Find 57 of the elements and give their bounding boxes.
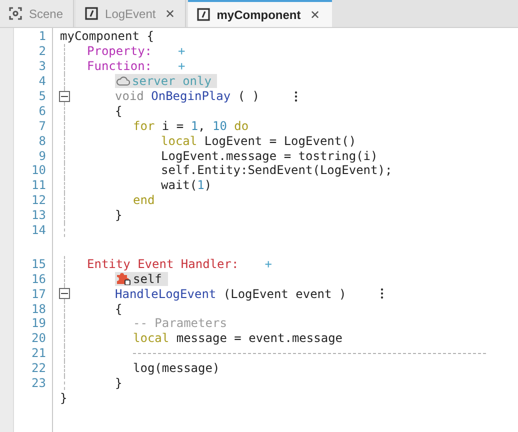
line-number: 3 [38,59,46,74]
line-number: 1 [38,29,46,44]
code-line: } [60,390,68,407]
close-button[interactable]: ✕ [164,4,175,22]
code-line: local LogEvent = LogEvent() [161,132,356,150]
cloud-icon [116,76,130,86]
code-line: myComponent { [60,28,154,46]
line-number: 16 [32,272,46,286]
code-line: self.Entity:SendEvent(LogEvent); [161,163,392,180]
tab[interactable]: myComponent ✕ [188,0,332,27]
line-number: 10 [32,163,46,178]
code-line: -- Parameters [133,315,227,332]
code-line: for i = 1, 10 do [133,118,249,135]
script-icon [196,8,210,21]
code-line: Function: [87,58,152,76]
code-line: } [115,207,122,224]
code-line: LogEvent.message = tostring(i) [161,148,378,164]
code-line: Property: [87,43,152,60]
line-number: 11 [32,178,46,192]
line-number: 2 [38,44,46,58]
code-line: void OnBeginPlay ( ) [115,88,260,106]
code-line: } [115,375,122,392]
more-icon[interactable] [380,288,384,300]
line-number: 18 [32,302,46,316]
code-line: HandleLogEvent (LogEvent event ) [115,286,346,303]
tab[interactable]: LogEvent ✕ [76,0,186,27]
collapse-toggle[interactable] [59,288,70,300]
line-number: 23 [32,376,46,390]
tag-label[interactable]: self [115,272,168,286]
line-number: 20 [32,331,46,346]
line-number: 9 [38,148,46,163]
puzzle-icon [116,272,131,286]
code-line: local message = event.message [133,330,343,348]
line-number: 6 [38,104,46,118]
code-line: { [115,301,122,318]
line-number: 17 [32,286,46,301]
close-button[interactable]: ✕ [310,6,320,24]
focus-icon [9,7,22,20]
line-number: 14 [32,223,46,238]
code-line: Entity Event Handler: [87,256,239,273]
line-number: 8 [38,134,46,148]
line-number: 21 [32,346,46,360]
code-line: log(message) [133,360,220,378]
line-number: 12 [32,193,46,208]
script-icon [85,7,98,20]
line-number: 4 [38,74,46,88]
line-number: 15 [32,256,46,271]
more-icon[interactable] [294,90,298,102]
line-number: 19 [32,316,46,330]
code-line: wait(1) [161,177,212,194]
line-number: 7 [38,118,46,133]
code-line: end [133,192,155,210]
line-number: 13 [32,208,46,222]
collapse-toggle[interactable] [59,90,70,102]
code-line: { [115,102,122,120]
line-number: 5 [38,89,46,103]
line-number: 22 [32,361,46,376]
